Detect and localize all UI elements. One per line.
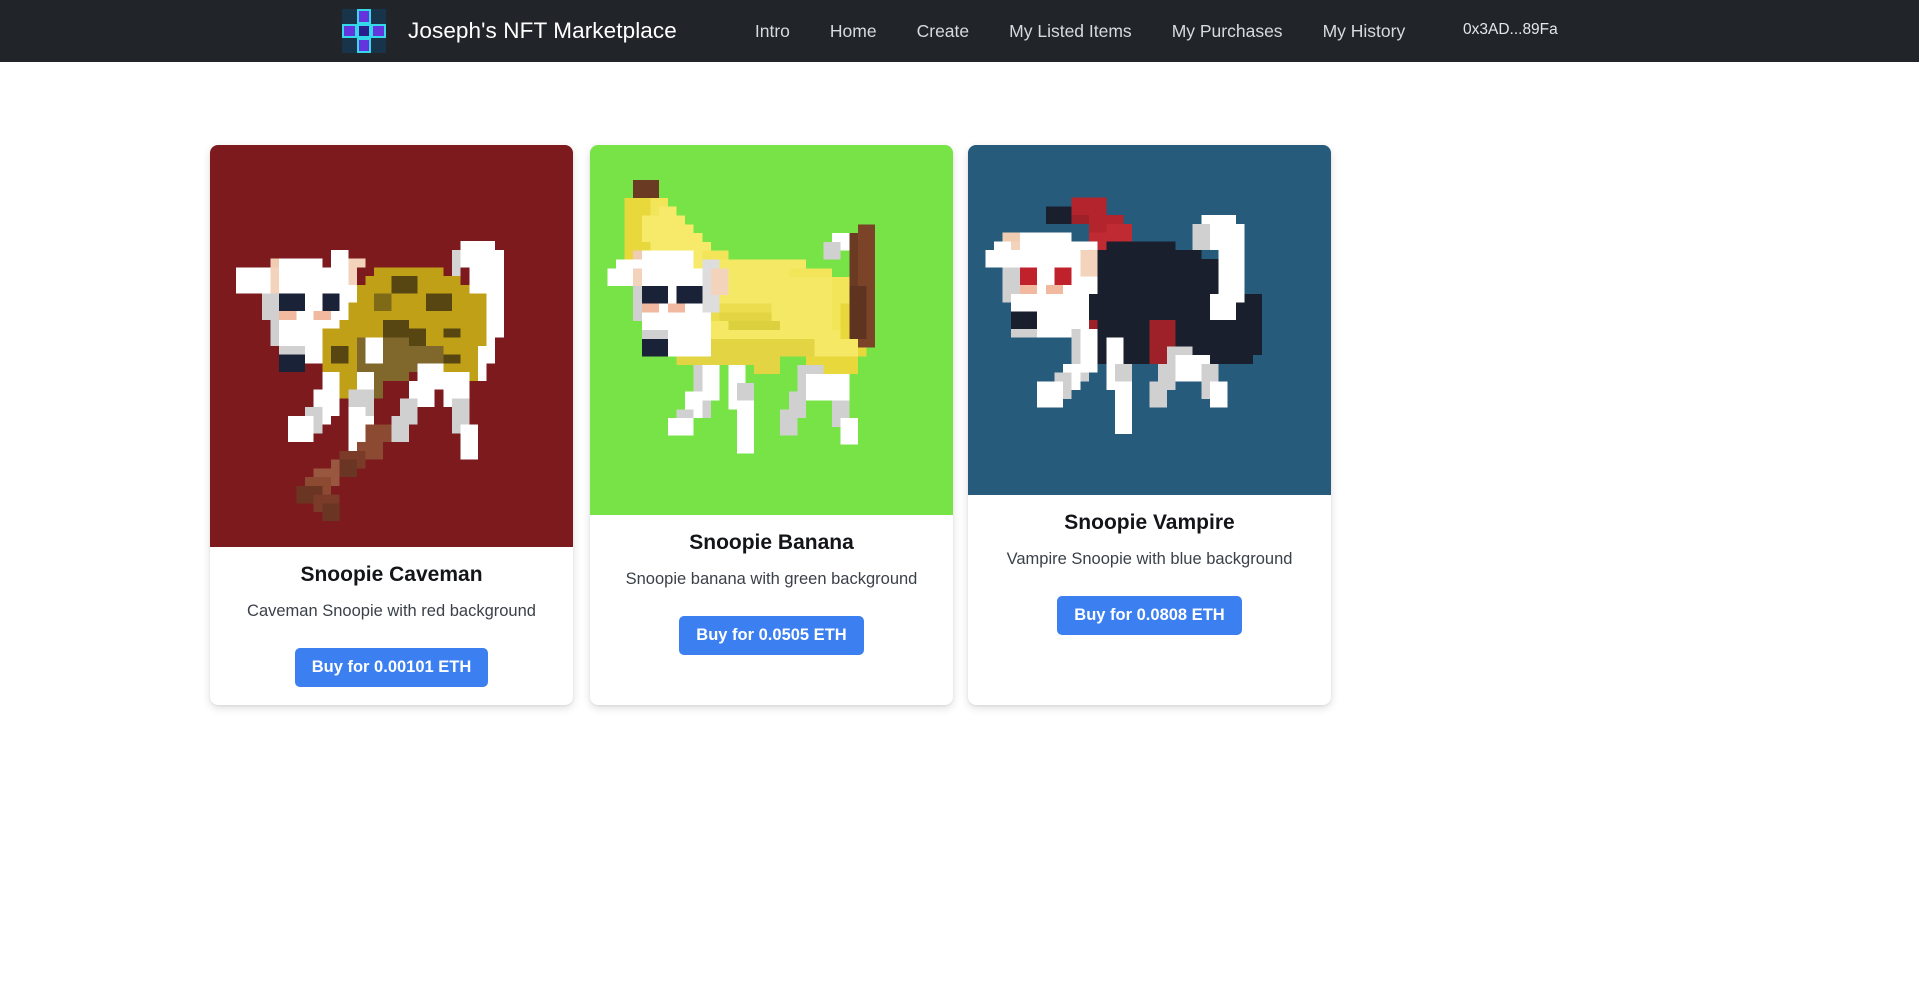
- nft-card-snoopie-banana[interactable]: Snoopie Banana Snoopie banana with green…: [590, 145, 953, 705]
- nav-link-home[interactable]: Home: [810, 21, 897, 42]
- nft-card-snoopie-vampire[interactable]: Snoopie Vampire Vampire Snoopie with blu…: [968, 145, 1331, 705]
- nav-link-create[interactable]: Create: [897, 21, 990, 42]
- card-body: Snoopie Caveman Caveman Snoopie with red…: [210, 547, 573, 705]
- nav-links: Intro Home Create My Listed Items My Pur…: [735, 21, 1425, 42]
- nav-link-my-listed-items[interactable]: My Listed Items: [989, 21, 1152, 42]
- nft-card-snoopie-caveman[interactable]: Snoopie Caveman Caveman Snoopie with red…: [210, 145, 573, 705]
- card-title: Snoopie Vampire: [1064, 511, 1235, 534]
- wallet-address[interactable]: 0x3AD...89Fa: [1463, 21, 1558, 39]
- card-description: Caveman Snoopie with red background: [247, 602, 536, 621]
- logo-cell: [356, 38, 372, 53]
- nav-link-my-purchases[interactable]: My Purchases: [1152, 21, 1303, 42]
- logo-cell: [342, 23, 357, 39]
- card-description: Snoopie banana with green background: [625, 570, 918, 589]
- logo-cell: [342, 38, 357, 53]
- logo-cell: [371, 23, 386, 39]
- pixel-cross-logo-icon[interactable]: [342, 9, 386, 53]
- buy-button-snoopie-banana[interactable]: Buy for 0.0505 ETH: [679, 615, 864, 655]
- nav-link-intro[interactable]: Intro: [735, 21, 810, 42]
- card-body: Snoopie Banana Snoopie banana with green…: [590, 515, 953, 705]
- snoopie-caveman-pixel-art: [210, 145, 573, 547]
- logo-cell: [356, 9, 372, 24]
- card-title: Snoopie Banana: [689, 531, 854, 554]
- brand-title[interactable]: Joseph's NFT Marketplace: [408, 18, 677, 44]
- nav-link-my-history[interactable]: My History: [1303, 21, 1426, 42]
- buy-button-snoopie-vampire[interactable]: Buy for 0.0808 ETH: [1057, 595, 1242, 635]
- logo-cell: [371, 38, 386, 53]
- logo-cell: [342, 9, 357, 24]
- logo-cell: [356, 23, 372, 39]
- card-description: Vampire Snoopie with blue background: [1006, 550, 1293, 569]
- logo-cell: [371, 9, 386, 24]
- snoopie-vampire-pixel-art: [968, 145, 1331, 495]
- top-navbar: Joseph's NFT Marketplace Intro Home Crea…: [0, 0, 1919, 62]
- card-body: Snoopie Vampire Vampire Snoopie with blu…: [968, 495, 1331, 705]
- snoopie-banana-pixel-art: [590, 145, 953, 515]
- buy-button-snoopie-caveman[interactable]: Buy for 0.00101 ETH: [294, 647, 489, 687]
- card-title: Snoopie Caveman: [300, 563, 483, 586]
